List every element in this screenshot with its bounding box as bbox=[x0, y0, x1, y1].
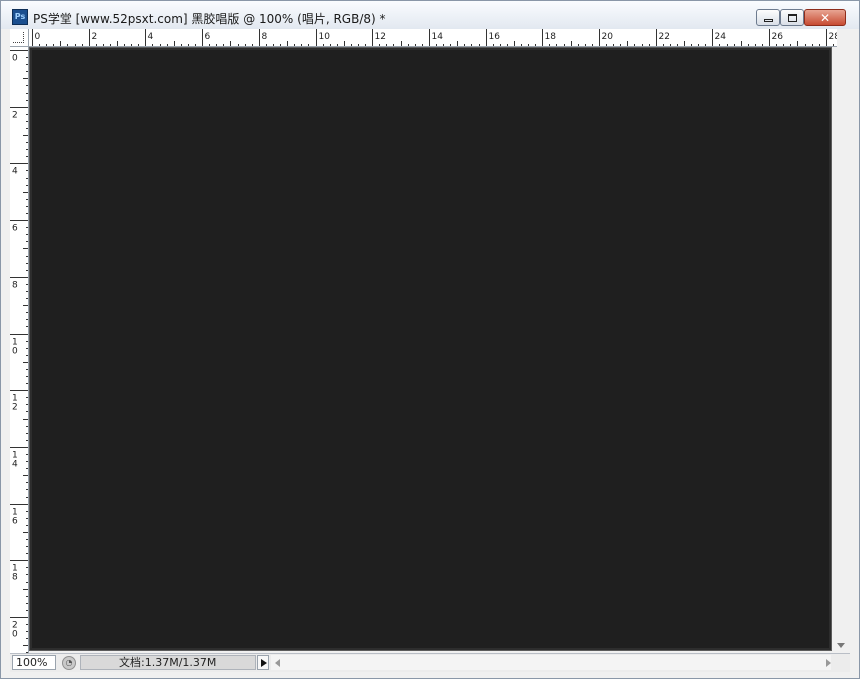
horizontal-ruler-ticks: 0246810121416182022242628 bbox=[32, 29, 838, 46]
horizontal-ruler-label: 16 bbox=[489, 32, 501, 42]
close-icon: ✕ bbox=[819, 10, 831, 25]
vertical-scrollbar[interactable] bbox=[832, 47, 849, 651]
maximize-button[interactable] bbox=[780, 9, 804, 26]
close-button[interactable]: ✕ bbox=[804, 9, 846, 26]
zoom-input[interactable]: 100% bbox=[12, 655, 56, 670]
ruler-origin-corner[interactable] bbox=[10, 29, 29, 47]
scroll-left-arrow-icon[interactable] bbox=[275, 659, 280, 667]
horizontal-ruler-label: 26 bbox=[772, 32, 784, 42]
ruler-origin-marker bbox=[13, 32, 24, 43]
vertical-ruler-label: 4 bbox=[12, 460, 18, 470]
vertical-ruler-ticks: 02468101214161820 bbox=[10, 50, 28, 653]
window-title: PS学堂 [www.52psxt.com] 黑胶唱版 @ 100% (唱片, R… bbox=[33, 12, 386, 26]
maximize-icon bbox=[787, 13, 797, 22]
horizontal-ruler-label: 0 bbox=[35, 32, 41, 42]
vertical-ruler[interactable]: 02468101214161820 bbox=[10, 47, 29, 655]
minimize-button[interactable] bbox=[756, 9, 780, 26]
vertical-ruler-label: 0 bbox=[12, 630, 18, 640]
horizontal-ruler-label: 22 bbox=[659, 32, 670, 42]
document-size-info: 文档:1.37M/1.37M bbox=[80, 655, 256, 670]
vertical-ruler-label: 6 bbox=[12, 517, 18, 527]
vertical-ruler-label: 8 bbox=[12, 573, 18, 583]
vertical-ruler-label: 0 bbox=[12, 54, 18, 64]
doc-info-icon[interactable]: ◔ bbox=[62, 656, 76, 670]
title-bar[interactable]: Ps PS学堂 [www.52psxt.com] 黑胶唱版 @ 100% (唱片… bbox=[1, 1, 859, 29]
vertical-ruler-label: 2 bbox=[12, 111, 18, 121]
vertical-ruler-label: 8 bbox=[12, 281, 18, 291]
horizontal-ruler-label: 18 bbox=[545, 32, 557, 42]
horizontal-ruler-label: 24 bbox=[715, 32, 727, 42]
vertical-ruler-label: 6 bbox=[12, 224, 18, 234]
horizontal-ruler-label: 10 bbox=[319, 32, 331, 42]
status-bar: 100% ◔ 文档:1.37M/1.37M bbox=[10, 653, 850, 672]
minimize-icon bbox=[763, 19, 773, 22]
status-menu-button[interactable] bbox=[257, 655, 269, 670]
horizontal-ruler-label: 12 bbox=[375, 32, 386, 42]
photoshop-app-icon[interactable]: Ps bbox=[12, 9, 28, 25]
scroll-right-arrow-icon[interactable] bbox=[826, 659, 831, 667]
horizontal-scrollbar[interactable] bbox=[271, 655, 831, 670]
vertical-ruler-label: 4 bbox=[12, 167, 18, 177]
horizontal-ruler-label: 4 bbox=[148, 32, 154, 42]
horizontal-ruler-label: 14 bbox=[432, 32, 444, 42]
status-menu-arrow-icon bbox=[261, 659, 267, 667]
horizontal-ruler-label: 2 bbox=[92, 32, 98, 42]
vertical-ruler-label: 2 bbox=[12, 403, 18, 413]
horizontal-ruler-label: 28 bbox=[829, 32, 838, 42]
horizontal-ruler-label: 20 bbox=[602, 32, 614, 42]
vertical-ruler-label: 0 bbox=[12, 347, 18, 357]
document-canvas[interactable] bbox=[29, 47, 832, 651]
document-window: Ps PS学堂 [www.52psxt.com] 黑胶唱版 @ 100% (唱片… bbox=[0, 0, 860, 679]
horizontal-ruler-label: 6 bbox=[205, 32, 211, 42]
horizontal-ruler-label: 8 bbox=[262, 32, 268, 42]
horizontal-ruler[interactable]: 0246810121416182022242628 bbox=[29, 29, 837, 47]
scroll-down-arrow-icon[interactable] bbox=[837, 643, 845, 648]
canvas-image-area[interactable] bbox=[32, 50, 829, 648]
